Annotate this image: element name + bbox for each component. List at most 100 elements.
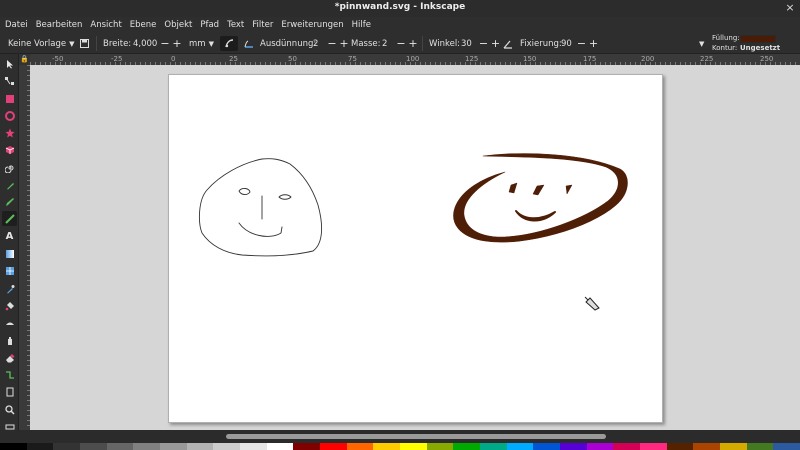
menu-pfad[interactable]: Pfad	[200, 20, 219, 30]
minus-icon[interactable]: −	[577, 37, 586, 50]
selector-icon[interactable]	[2, 56, 17, 71]
palette-swatch[interactable]	[613, 443, 641, 450]
minus-icon[interactable]: −	[396, 37, 405, 50]
scrollbar-thumb[interactable]	[226, 434, 606, 439]
pen-icon[interactable]	[2, 177, 17, 192]
palette-swatch[interactable]	[80, 443, 107, 450]
drawing-canvas[interactable]	[30, 65, 800, 430]
palette-swatch[interactable]	[320, 443, 347, 450]
palette-swatch[interactable]	[666, 443, 694, 450]
calligraphy-face[interactable]	[453, 153, 628, 243]
palette-swatch[interactable]	[293, 443, 321, 450]
tweak-icon[interactable]	[2, 315, 17, 330]
save-preset-icon[interactable]	[80, 33, 89, 54]
palette-swatch[interactable]	[480, 443, 507, 450]
star-icon[interactable]	[2, 125, 17, 140]
dropper-icon[interactable]	[2, 281, 17, 296]
menu-bearbeiten[interactable]: Bearbeiten	[36, 20, 83, 30]
ellipse-icon[interactable]	[2, 108, 17, 123]
eraser-icon[interactable]	[2, 350, 17, 365]
gradient-icon[interactable]	[2, 246, 17, 261]
menu-erweiterungen[interactable]: Erweiterungen	[281, 20, 343, 30]
angle-value: 30	[461, 38, 472, 49]
mass-field[interactable]: 2 − +	[382, 33, 418, 54]
minus-icon[interactable]: −	[160, 37, 169, 50]
palette-swatch[interactable]	[106, 443, 134, 450]
palette-swatch[interactable]	[213, 443, 241, 450]
plus-icon[interactable]: +	[172, 37, 181, 50]
fill-swatch[interactable]	[740, 35, 776, 43]
mesh-icon[interactable]	[2, 263, 17, 278]
palette-swatch[interactable]	[0, 443, 27, 450]
palette-swatch[interactable]	[773, 443, 800, 450]
connector-icon[interactable]	[2, 367, 17, 382]
style-indicator[interactable]: Füllung: Kontur: Ungesetzt	[712, 34, 782, 54]
node-icon[interactable]	[2, 73, 17, 88]
sketch-face[interactable]	[199, 158, 322, 257]
palette-swatch[interactable]	[266, 443, 294, 450]
angle-field[interactable]: 30 − +	[461, 33, 500, 54]
palette-swatch[interactable]	[160, 443, 187, 450]
pressure-toggle[interactable]	[220, 36, 238, 51]
zoom-icon[interactable]	[2, 402, 17, 417]
more-options-icon[interactable]: ▼	[699, 33, 704, 54]
spray-icon[interactable]	[2, 333, 17, 348]
palette-swatch[interactable]	[746, 443, 774, 450]
palette-swatch[interactable]	[506, 443, 534, 450]
palette-swatch[interactable]	[533, 443, 561, 450]
palette-swatch[interactable]	[53, 443, 81, 450]
horizontal-scrollbar[interactable]	[0, 430, 800, 443]
palette-swatch[interactable]	[453, 443, 481, 450]
rectangle-icon[interactable]	[2, 91, 17, 106]
menu-bar: Datei Bearbeiten Ansicht Ebene Objekt Pf…	[0, 17, 800, 33]
pencil-icon[interactable]	[2, 194, 17, 209]
width-field[interactable]: 4,000 − +	[133, 33, 182, 54]
paint-bucket-icon[interactable]	[2, 298, 17, 313]
color-palette[interactable]	[0, 443, 800, 450]
menu-ebene[interactable]: Ebene	[130, 20, 157, 30]
pages-icon[interactable]	[2, 384, 17, 399]
preset-value: Keine Vorlage	[8, 38, 67, 49]
palette-swatch[interactable]	[186, 443, 214, 450]
palette-swatch[interactable]	[693, 443, 721, 450]
minus-icon[interactable]: −	[327, 37, 336, 50]
menu-datei[interactable]: Datei	[5, 20, 28, 30]
horizontal-ruler[interactable]: -50 -25 0 25 50 75 100 125 150 175 200 2…	[30, 54, 800, 65]
calligraphy-icon[interactable]	[2, 211, 17, 226]
thinning-field[interactable]: 2 − +	[313, 33, 349, 54]
palette-swatch[interactable]	[400, 443, 427, 450]
palette-swatch[interactable]	[346, 443, 374, 450]
3d-box-icon[interactable]	[2, 142, 17, 157]
preset-select[interactable]: Keine Vorlage ▼	[8, 33, 75, 54]
palette-swatch[interactable]	[720, 443, 747, 450]
ruler-lock-icon[interactable]: 🔒	[19, 54, 30, 65]
close-icon[interactable]: ×	[784, 2, 796, 14]
palette-swatch[interactable]	[26, 443, 54, 450]
plus-icon[interactable]: +	[491, 37, 500, 50]
spiral-icon[interactable]	[2, 160, 17, 175]
plus-icon[interactable]: +	[339, 37, 348, 50]
fixation-field[interactable]: 90 − +	[561, 33, 598, 54]
palette-swatch[interactable]	[240, 443, 267, 450]
menu-text[interactable]: Text	[227, 20, 244, 30]
menu-objekt[interactable]: Objekt	[164, 20, 192, 30]
palette-swatch[interactable]	[640, 443, 667, 450]
palette-swatch[interactable]	[373, 443, 401, 450]
toolbox: A	[0, 54, 19, 430]
palette-swatch[interactable]	[426, 443, 454, 450]
plus-icon[interactable]: +	[408, 37, 417, 50]
menu-filter[interactable]: Filter	[252, 20, 273, 30]
palette-swatch[interactable]	[560, 443, 587, 450]
palette-swatch[interactable]	[586, 443, 614, 450]
palette-swatch[interactable]	[133, 443, 161, 450]
menu-ansicht[interactable]: Ansicht	[90, 20, 121, 30]
minus-icon[interactable]: −	[479, 37, 488, 50]
text-icon[interactable]: A	[2, 229, 17, 244]
plus-icon[interactable]: +	[589, 37, 598, 50]
tilt-icon[interactable]	[503, 33, 513, 54]
vertical-ruler[interactable]	[19, 65, 30, 430]
unit-select[interactable]: mm ▼	[189, 33, 214, 54]
width-value: 4,000	[133, 38, 158, 49]
menu-hilfe[interactable]: Hilfe	[352, 20, 371, 30]
stroke-label: Kontur:	[712, 44, 738, 52]
